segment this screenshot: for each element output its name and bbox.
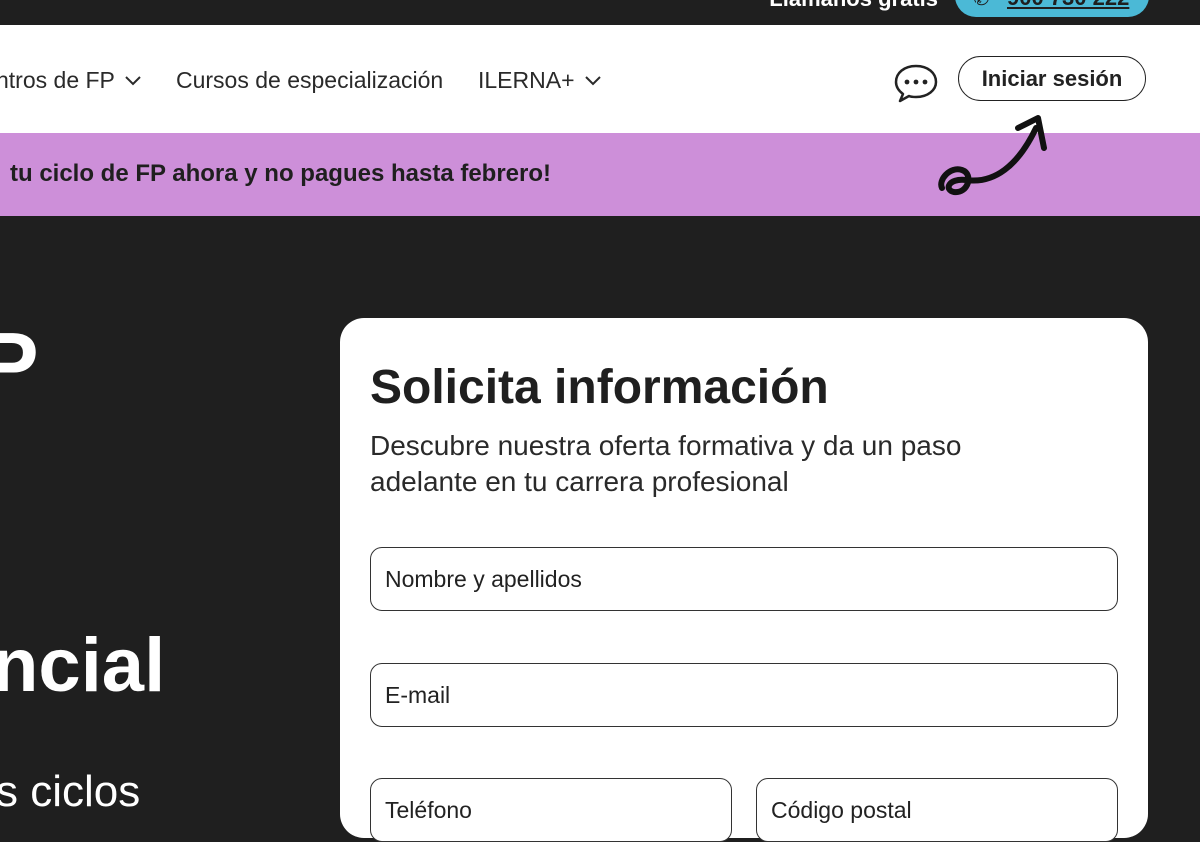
hero-heading-fragment: ncial xyxy=(0,623,166,708)
nav-item-label: Cursos de especialización xyxy=(176,67,444,93)
email-input[interactable] xyxy=(370,663,1118,727)
call-free-text: Llámanos gratis xyxy=(769,0,938,12)
name-input[interactable] xyxy=(370,547,1118,611)
nav-item-centros-fp[interactable]: ntros de FP xyxy=(0,67,141,94)
chevron-down-icon xyxy=(125,75,141,86)
postal-code-input[interactable] xyxy=(756,778,1118,842)
promo-text: tu ciclo de FP ahora y no pagues hasta f… xyxy=(10,160,552,187)
nav-item-cursos-especializacion[interactable]: Cursos de especialización xyxy=(176,67,443,94)
top-bar: Llámanos gratis ✆ 900 730 222 xyxy=(0,0,1200,25)
hero-heading-fragment: P xyxy=(0,314,39,413)
phone-number: 900 730 222 xyxy=(1007,0,1129,11)
form-description: Descubre nuestra oferta formativa y da u… xyxy=(370,430,962,497)
phone-button[interactable]: ✆ 900 730 222 xyxy=(955,0,1149,17)
login-button[interactable]: Iniciar sesión xyxy=(958,56,1146,101)
phone-icon: ✆ xyxy=(973,0,993,9)
nav-item-ilerna-plus[interactable]: ILERNA+ xyxy=(478,67,601,94)
nav-item-label: ILERNA+ xyxy=(478,67,575,93)
chat-icon[interactable] xyxy=(893,63,939,103)
hero-subheading-fragment: s ciclos xyxy=(0,767,141,816)
nav-item-label: ntros de FP xyxy=(0,67,115,93)
info-request-form: Solicita información Descubre nuestra of… xyxy=(340,318,1148,842)
phone-input[interactable] xyxy=(370,778,732,842)
hand-drawn-arrow-icon xyxy=(932,108,1052,203)
form-title: Solicita información xyxy=(370,361,829,414)
chevron-down-icon xyxy=(584,75,601,86)
